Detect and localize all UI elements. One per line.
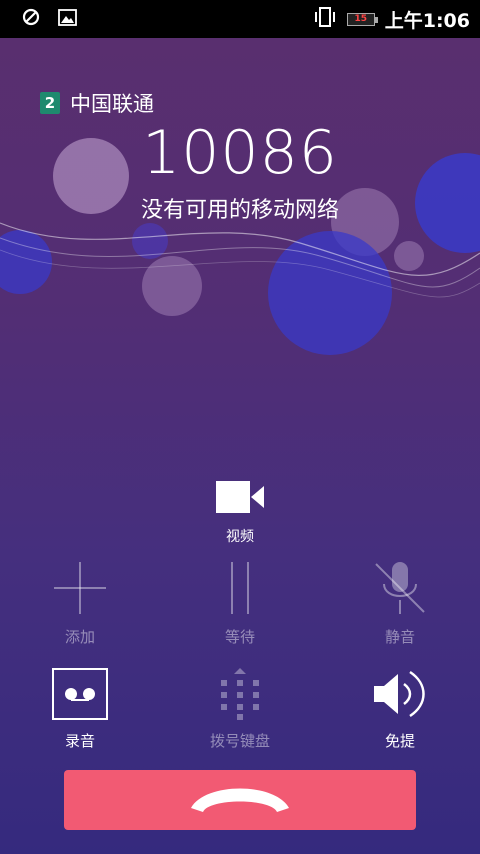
image-icon	[58, 8, 77, 30]
video-camera-icon	[214, 478, 266, 520]
speaker-label: 免提	[384, 732, 415, 750]
mute-label: 静音	[384, 628, 415, 646]
record-label: 录音	[64, 732, 95, 750]
mute-button[interactable]: 静音	[340, 560, 460, 647]
vibrate-icon	[313, 7, 337, 31]
block-icon	[22, 8, 40, 30]
battery-level: 15	[354, 13, 367, 24]
hold-button[interactable]: 等待	[180, 560, 300, 647]
add-call-icon	[52, 560, 108, 620]
record-icon	[52, 668, 108, 724]
record-button[interactable]: 录音	[20, 668, 140, 751]
dialpad-icon	[212, 668, 268, 724]
video-call-button[interactable]: 视频	[200, 478, 280, 545]
speaker-icon	[370, 668, 430, 724]
carrier-name: 中国联通	[70, 92, 154, 116]
end-call-icon	[185, 778, 295, 822]
phone-number: 10086	[142, 118, 338, 188]
clock: 上午1:06	[384, 9, 470, 32]
speaker-button[interactable]: 免提	[340, 668, 460, 751]
carrier-info: 2 中国联通	[40, 88, 154, 118]
dialpad-button[interactable]: 拨号键盘	[180, 668, 300, 751]
sim-slot-badge: 2	[40, 92, 60, 114]
dialpad-label: 拨号键盘	[209, 732, 270, 750]
battery-icon: 15	[346, 12, 378, 26]
mute-icon	[372, 560, 428, 620]
hold-label: 等待	[224, 628, 255, 646]
hold-icon	[212, 560, 268, 620]
end-call-button[interactable]	[64, 770, 416, 830]
status-bar: 15 上午1:06	[0, 0, 480, 38]
add-call-label: 添加	[64, 628, 95, 646]
video-call-label: 视频	[226, 529, 254, 545]
add-call-button[interactable]: 添加	[20, 560, 140, 647]
call-status: 没有可用的移动网络	[140, 198, 339, 223]
